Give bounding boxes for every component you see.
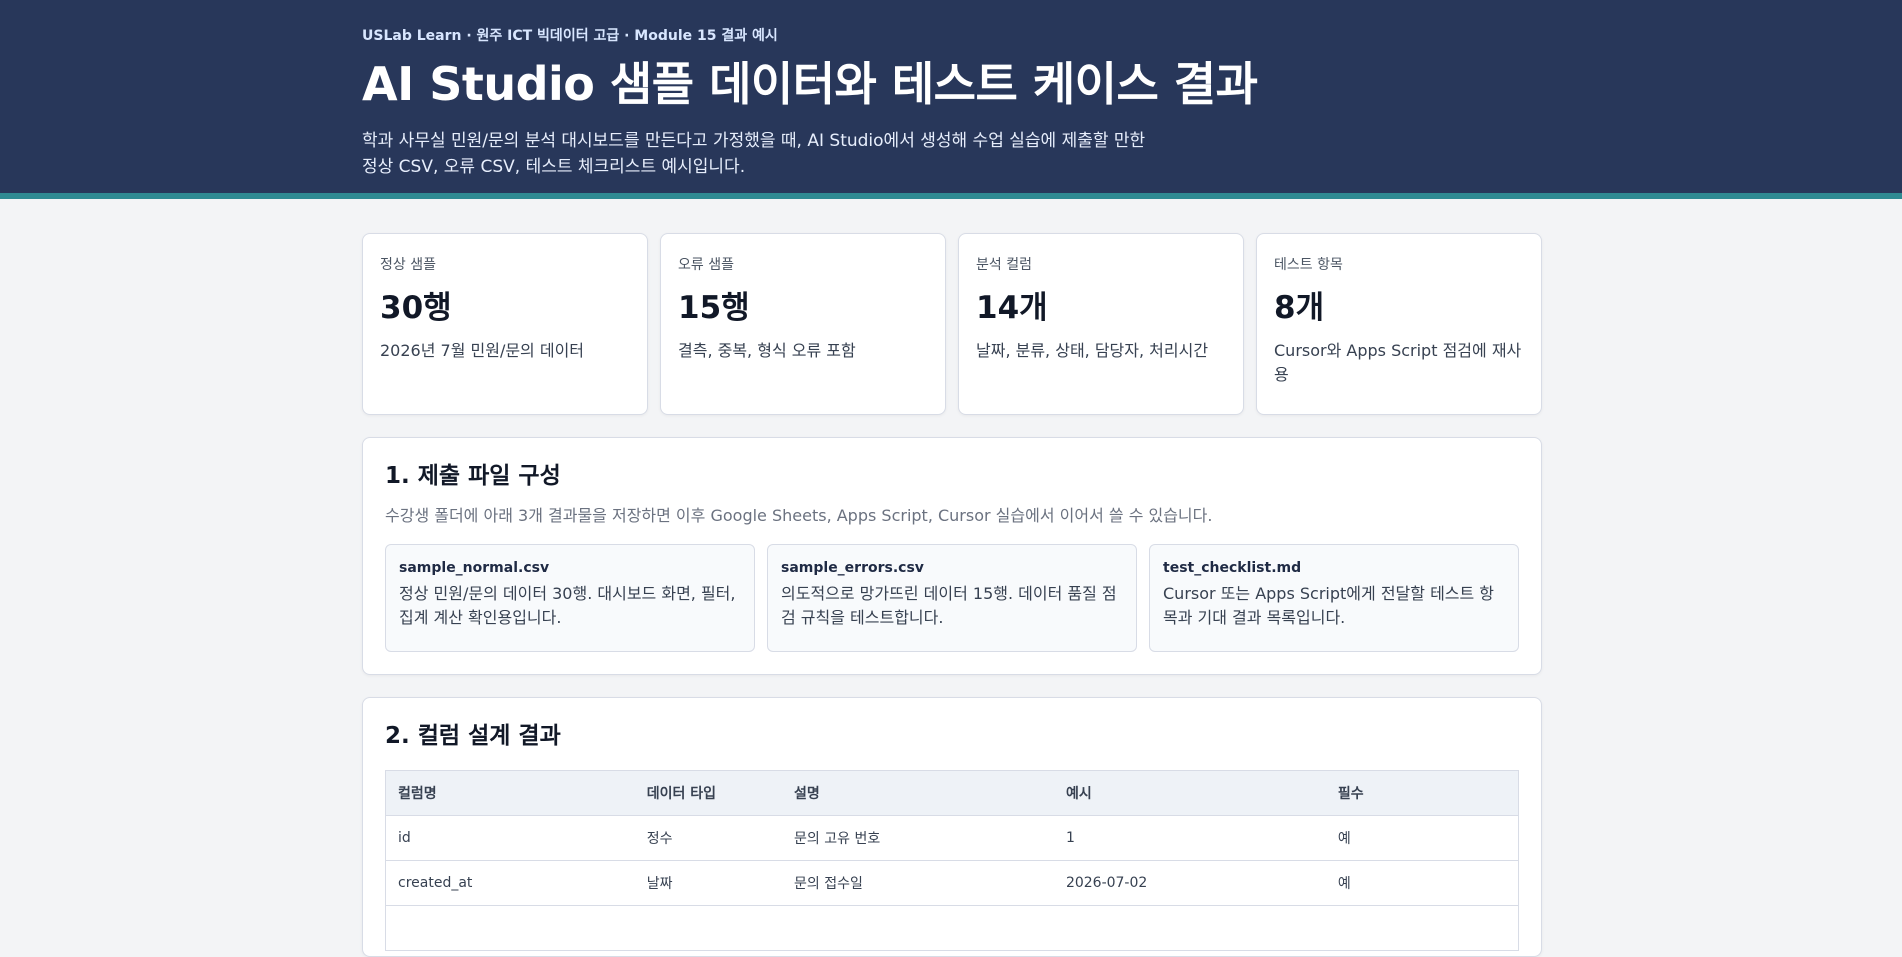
page-header: USLab Learn · 원주 ICT 빅데이터 고급 · Module 15… xyxy=(0,0,1902,199)
table-cell: created_at xyxy=(385,860,635,906)
stat-label: 테스트 항목 xyxy=(1274,257,1343,273)
file-name: sample_errors.csv xyxy=(781,560,924,576)
page-title: AI Studio 샘플 데이터와 테스트 케이스 결과 xyxy=(362,57,1258,111)
table-row: id 정수 문의 고유 번호 1 예 xyxy=(385,815,1519,861)
breadcrumb: USLab Learn · 원주 ICT 빅데이터 고급 · Module 15… xyxy=(362,28,778,44)
stat-label: 정상 샘플 xyxy=(380,257,436,273)
stat-value: 30행 xyxy=(380,290,452,326)
section-title: 2. 컬럼 설계 결과 xyxy=(385,723,561,749)
column-header: 설명 xyxy=(782,770,1054,816)
stat-label: 오류 샘플 xyxy=(678,257,734,273)
table-cell: 문의 접수일 xyxy=(782,860,1054,906)
table-cell: 정수 xyxy=(634,815,783,861)
stat-desc: 결측, 중복, 형식 오류 포함 xyxy=(678,341,856,360)
section-title: 1. 제출 파일 구성 xyxy=(385,463,561,489)
table-cell xyxy=(782,905,1054,951)
file-card: sample_normal.csv 정상 민원/문의 데이터 30행. 대시보드… xyxy=(385,544,755,652)
file-card: test_checklist.md Cursor 또는 Apps Script에… xyxy=(1149,544,1519,652)
stat-cards: 정상 샘플 30행 2026년 7월 민원/문의 데이터 오류 샘플 15행 결… xyxy=(362,233,1542,415)
table-row xyxy=(385,905,1519,951)
stat-card-columns: 분석 컬럼 14개 날짜, 분류, 상태, 담당자, 처리시간 xyxy=(958,233,1244,415)
stat-card-normal: 정상 샘플 30행 2026년 7월 민원/문의 데이터 xyxy=(362,233,648,415)
stat-desc: 2026년 7월 민원/문의 데이터 xyxy=(380,341,585,360)
file-list: sample_normal.csv 정상 민원/문의 데이터 30행. 대시보드… xyxy=(385,544,1519,652)
stat-desc: 날짜, 분류, 상태, 담당자, 처리시간 xyxy=(976,341,1209,360)
page-intro: 학과 사무실 민원/문의 분석 대시보드를 만든다고 가정했을 때, AI St… xyxy=(362,128,1902,180)
column-header: 데이터 타입 xyxy=(634,770,783,816)
stat-value: 15행 xyxy=(678,290,750,326)
table-cell: 날짜 xyxy=(634,860,783,906)
stat-value: 8개 xyxy=(1274,290,1325,326)
column-design-section: 2. 컬럼 설계 결과 컬럼명 데이터 타입 설명 예시 필수 id 정수 문의… xyxy=(362,697,1542,957)
file-desc: Cursor 또는 Apps Script에게 전달할 테스트 항목과 기대 결… xyxy=(1163,584,1495,627)
table-cell: 예 xyxy=(1325,860,1519,906)
column-table: 컬럼명 데이터 타입 설명 예시 필수 id 정수 문의 고유 번호 1 예 c… xyxy=(385,770,1519,951)
table-cell xyxy=(634,905,783,951)
stat-card-tests: 테스트 항목 8개 Cursor와 Apps Script 점검에 재사용 xyxy=(1256,233,1542,415)
intro-line: 학과 사무실 민원/문의 분석 대시보드를 만든다고 가정했을 때, AI St… xyxy=(362,130,1146,151)
intro-line: 정상 CSV, 오류 CSV, 테스트 체크리스트 예시입니다. xyxy=(362,156,746,177)
file-card: sample_errors.csv 의도적으로 망가뜨린 데이터 15행. 데이… xyxy=(767,544,1137,652)
table-cell xyxy=(1325,905,1519,951)
stat-card-errors: 오류 샘플 15행 결측, 중복, 형식 오류 포함 xyxy=(660,233,946,415)
file-structure-section: 1. 제출 파일 구성 수강생 폴더에 아래 3개 결과물을 저장하면 이후 G… xyxy=(362,437,1542,675)
table-cell xyxy=(385,905,635,951)
column-header: 필수 xyxy=(1325,770,1519,816)
table-cell: 1 xyxy=(1053,815,1326,861)
stat-label: 분석 컬럼 xyxy=(976,257,1032,273)
file-name: test_checklist.md xyxy=(1163,560,1302,576)
table-row: created_at 날짜 문의 접수일 2026-07-02 예 xyxy=(385,860,1519,906)
main-content: 정상 샘플 30행 2026년 7월 민원/문의 데이터 오류 샘플 15행 결… xyxy=(362,233,1542,957)
file-desc: 의도적으로 망가뜨린 데이터 15행. 데이터 품질 점검 규칙을 테스트합니다… xyxy=(781,584,1117,627)
table-cell: 2026-07-02 xyxy=(1053,860,1326,906)
table-cell xyxy=(1053,905,1326,951)
file-name: sample_normal.csv xyxy=(399,560,550,576)
table-cell: 예 xyxy=(1325,815,1519,861)
table-cell: 문의 고유 번호 xyxy=(782,815,1054,861)
table-cell: id xyxy=(385,815,635,861)
stat-desc: Cursor와 Apps Script 점검에 재사용 xyxy=(1274,341,1522,384)
table-header-row: 컬럼명 데이터 타입 설명 예시 필수 xyxy=(385,770,1519,816)
file-desc: 정상 민원/문의 데이터 30행. 대시보드 화면, 필터, 집계 계산 확인용… xyxy=(399,584,736,627)
column-header: 컬럼명 xyxy=(385,770,635,816)
column-header: 예시 xyxy=(1053,770,1326,816)
stat-value: 14개 xyxy=(976,290,1048,326)
section-subtitle: 수강생 폴더에 아래 3개 결과물을 저장하면 이후 Google Sheets… xyxy=(385,506,1213,525)
